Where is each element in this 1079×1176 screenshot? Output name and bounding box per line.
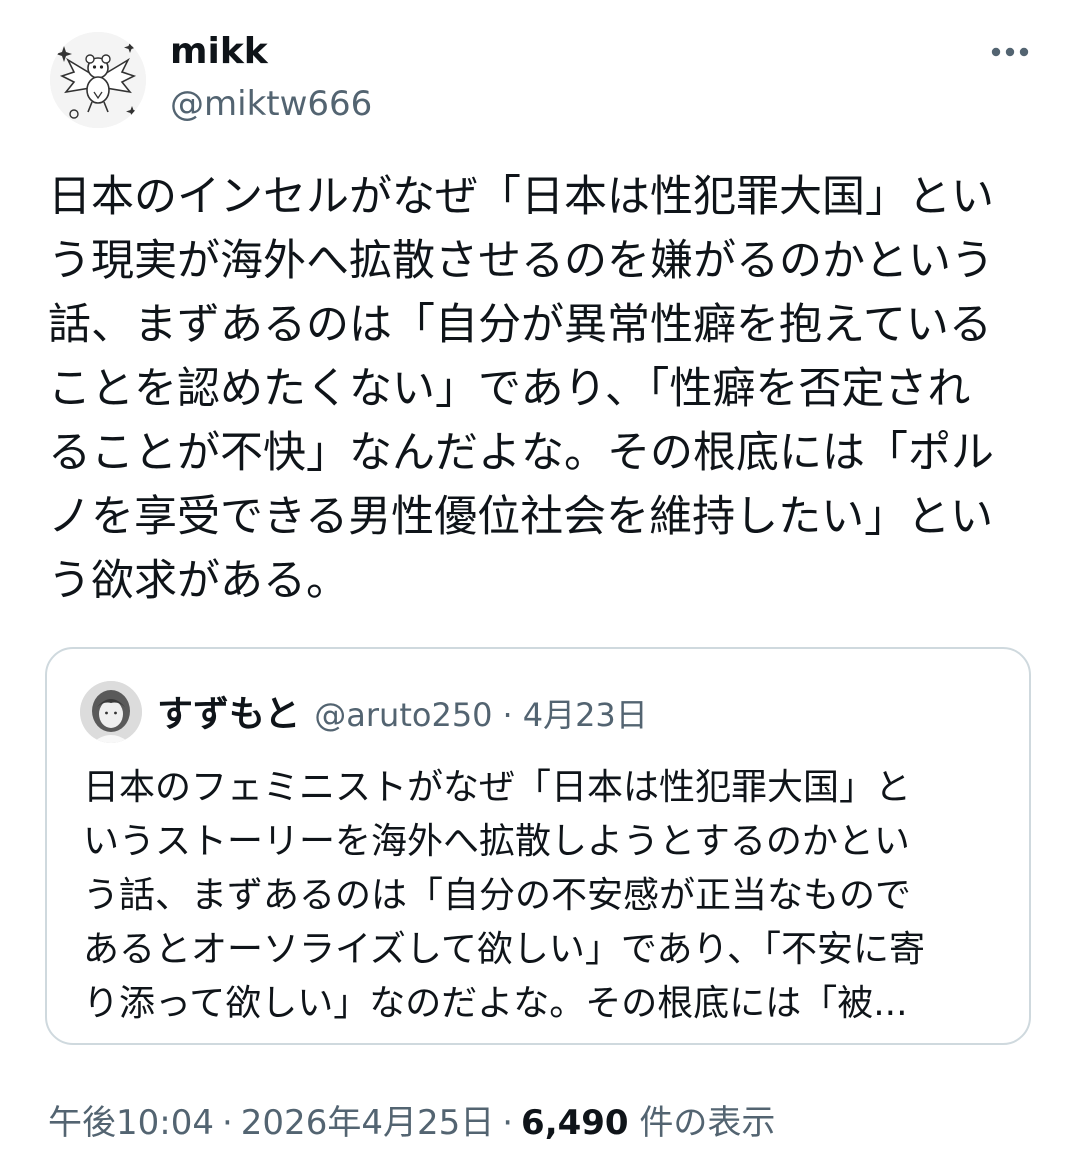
quoted-author-handle[interactable]: @aruto250 [314,696,492,734]
tweet-time[interactable]: 午後10:04 [48,1103,214,1143]
quoted-text-line: 日本のフェミニストがなぜ「日本は性犯罪大国」と [83,767,912,808]
views-label: 件の表示 [628,1103,776,1143]
tweet-text-line: 日本のインセルがなぜ「日本は性犯罪大国」とい [48,172,994,222]
quoted-tweet-header: すずもと @aruto250 · 4月23日 [157,685,648,735]
separator-dot: · [502,696,513,734]
tweet-text-line: ることが不快」なんだよな。その根底には「ポル [48,428,994,478]
separator-dot: · [502,1103,514,1143]
views-count[interactable]: 6,490 [521,1103,629,1143]
tweet-text-line: う現実が海外へ拡散させるのを嫌がるのかという [48,236,994,286]
quoted-tweet-card[interactable]: すずもと @aruto250 · 4月23日 日本のフェミニストがなぜ「日本は性… [45,647,1031,1045]
more-options-button[interactable] [986,32,1034,72]
portrait-photo-icon [80,681,142,743]
author-display-name[interactable]: mikk [170,30,268,74]
tweet-text: 日本のインセルがなぜ「日本は性犯罪大国」とい う現実が海外へ拡散させるのを嫌がるの… [48,165,1033,613]
quoted-author-avatar[interactable] [80,681,142,743]
author-avatar[interactable] [50,32,146,128]
more-horizontal-icon [991,47,1029,57]
tweet-text-line: う欲求がある。 [48,556,349,606]
quoted-tweet-date[interactable]: 4月23日 [523,690,648,736]
separator-dot: · [221,1103,233,1143]
tweet-text-line: ノを享受できる男性優位社会を維持したい」とい [48,492,994,542]
tweet-date[interactable]: 2026年4月25日 [241,1103,494,1143]
tweet-text-line: ことを認めたくない」であり、「性癖を否定され [48,364,971,414]
quoted-author-display-name[interactable]: すずもと [157,685,300,737]
quoted-text-line: う話、まずあるのは「自分の不安感が正当なもので [83,875,912,916]
bat-bear-illustration-icon [50,32,146,128]
tweet-text-line: 話、まずあるのは「自分が異常性癖を抱えている [48,300,992,350]
author-handle[interactable]: @miktw666 [170,83,372,125]
quoted-tweet-text: 日本のフェミニストがなぜ「日本は性犯罪大国」と いうストーリーを海外へ拡散しようと… [83,761,1013,1031]
quoted-text-line: り添って欲しい」なのだよな。その根底には「被... [83,983,908,1024]
quoted-text-line: あるとオーソライズして欲しい」であり、「不安に寄 [83,929,926,970]
quoted-text-line: いうストーリーを海外へ拡散しようとするのかとい [83,821,910,862]
tweet-meta: 午後10:04 · 2026年4月25日 · 6,490 件の表示 [48,1098,775,1148]
